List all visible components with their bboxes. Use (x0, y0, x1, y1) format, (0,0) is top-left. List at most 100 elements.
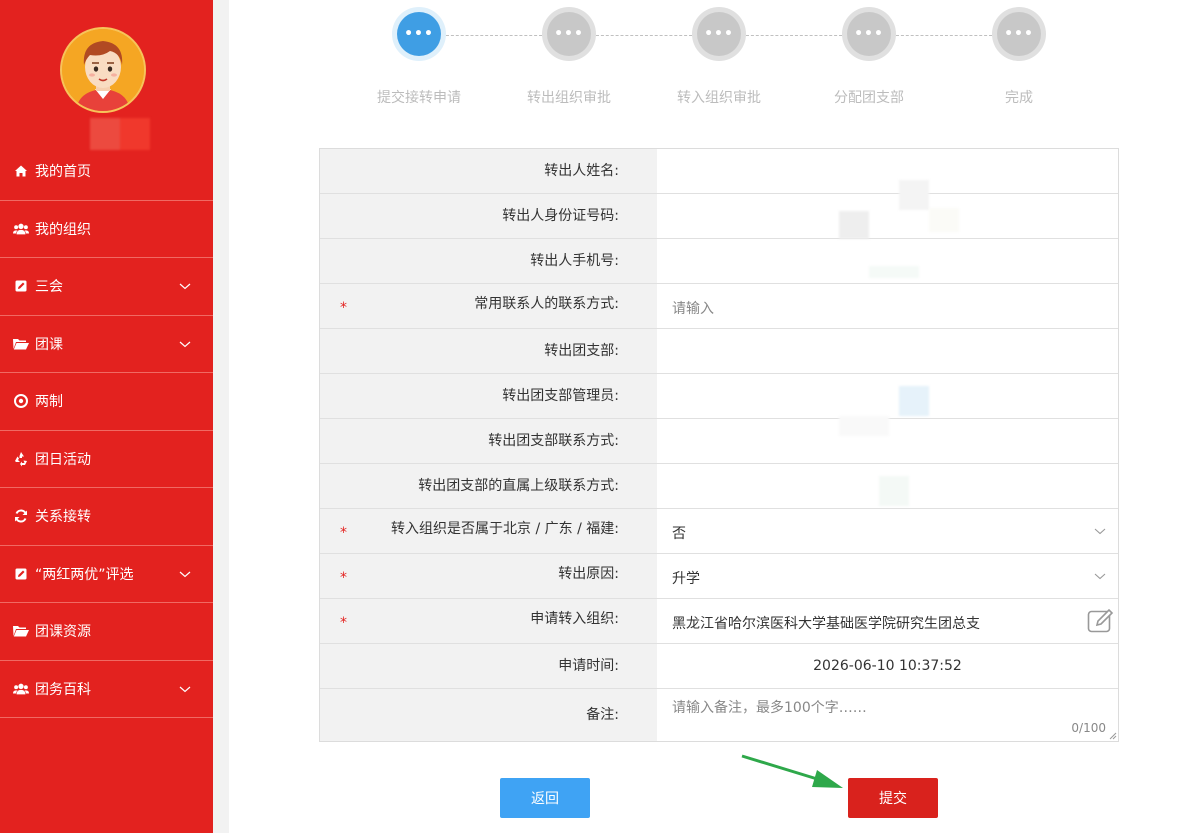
required-mark: * (340, 300, 347, 316)
step-2-indicator: ••• (542, 7, 596, 61)
main-content: ••• ••• ••• ••• ••• 提交接转申请 转出组织审批 转入组织审批… (229, 0, 1189, 833)
sidebar-item-two-systems[interactable]: 两制 (0, 373, 213, 431)
sidebar-item-league-class[interactable]: 团课 (0, 316, 213, 373)
field-label-wrap: * 转入组织是否属于北京 / 广东 / 福建: (320, 509, 657, 553)
sidebar-item-label: 关系接转 (35, 509, 91, 526)
region-selected-value: 否 (672, 526, 686, 542)
annotation-arrow-icon (741, 754, 843, 788)
branch-contact-value (657, 419, 1118, 463)
form-row-contact: * 常用联系人的联系方式: 请输入 (320, 284, 1118, 329)
back-button[interactable]: 返回 (500, 778, 590, 818)
sidebar-item-two-red-two-excellent[interactable]: “两红两优”评选 (0, 546, 213, 603)
progress-steps: ••• ••• ••• ••• ••• 提交接转申请 转出组织审批 转入组织审批… (229, 0, 1189, 120)
refresh-icon (13, 508, 29, 524)
field-label: 申请时间: (320, 644, 657, 688)
required-mark: * (340, 570, 347, 586)
field-label: 转出团支部联系方式: (320, 419, 657, 463)
contact-placeholder: 请输入 (672, 301, 714, 317)
sidebar-item-label: 三会 (35, 279, 63, 296)
users-icon (13, 221, 29, 237)
form-row-time: 申请时间: 2026-06-10 10:37:52 (320, 644, 1118, 689)
sidebar-item-home[interactable]: 我的首页 (0, 143, 213, 201)
step-connector (896, 35, 992, 36)
region-select[interactable]: 否 (657, 509, 1118, 553)
form-row-phone: 转出人手机号: (320, 239, 1118, 284)
step-connector (596, 35, 692, 36)
sidebar-item-three-meetings[interactable]: 三会 (0, 258, 213, 316)
sidebar-item-label: 团课资源 (35, 624, 91, 641)
remark-placeholder: 请输入备注，最多100个字…… (672, 700, 867, 716)
remark-textarea[interactable]: 请输入备注，最多100个字…… 0/100 (657, 689, 1118, 741)
sidebar-item-my-organization[interactable]: 我的组织 (0, 201, 213, 258)
form-row-remark: 备注: 请输入备注，最多100个字…… 0/100 (320, 689, 1118, 741)
users-icon (13, 681, 29, 697)
edit-icon[interactable] (1087, 608, 1115, 634)
sidebar-item-label: “两红两优”评选 (35, 566, 134, 583)
field-label: 常用联系人的联系方式: (474, 296, 619, 312)
chevron-down-icon (179, 341, 191, 347)
contact-input[interactable]: 请输入 (657, 284, 1118, 328)
sidebar-item-label: 两制 (35, 394, 63, 411)
step-1-label: 提交接转申请 (377, 90, 461, 106)
field-label: 转出人姓名: (320, 149, 657, 193)
sidebar-item-label: 团日活动 (35, 451, 91, 468)
sidebar-item-class-resources[interactable]: 团课资源 (0, 603, 213, 661)
required-mark: * (340, 525, 347, 541)
step-1-indicator: ••• (392, 7, 446, 61)
sidebar-nav: 我的首页 我的组织 三会 团课 两制 团日活动 关系接转 “两红两优”评选 团课… (0, 143, 213, 718)
resize-handle-icon[interactable] (1109, 732, 1117, 740)
step-5-label: 完成 (1005, 90, 1033, 106)
field-label: 转入组织是否属于北京 / 广东 / 福建: (391, 521, 619, 537)
field-label: 转出人身份证号码: (320, 194, 657, 238)
submit-button[interactable]: 提交 (848, 778, 938, 818)
reason-select[interactable]: 升学 (657, 554, 1118, 598)
form-row-admin: 转出团支部管理员: (320, 374, 1118, 419)
branch-value (657, 329, 1118, 373)
time-value: 2026-06-10 10:37:52 (813, 658, 962, 674)
avatar-illustration (62, 29, 144, 111)
target-org-field: 黑龙江省哈尔滨医科大学基础医学院研究生团总支 (657, 599, 1118, 643)
step-4-label: 分配团支部 (834, 90, 904, 106)
step-connector (746, 35, 842, 36)
layout-gap (213, 0, 229, 833)
form-row-superior-contact: 转出团支部的直属上级联系方式: (320, 464, 1118, 509)
form-row-name: 转出人姓名: (320, 149, 1118, 194)
recycle-icon (13, 451, 29, 467)
target-icon (13, 393, 29, 409)
sidebar: 我的首页 我的组织 三会 团课 两制 团日活动 关系接转 “两红两优”评选 团课… (0, 0, 213, 833)
field-label-wrap: * 申请转入组织: (320, 599, 657, 643)
folder-open-icon (13, 336, 29, 352)
step-2-label: 转出组织审批 (527, 90, 611, 106)
sidebar-item-label: 团务百科 (35, 681, 91, 698)
chevron-down-icon (1094, 528, 1106, 535)
sidebar-item-relation-transfer[interactable]: 关系接转 (0, 488, 213, 546)
chevron-down-icon (179, 686, 191, 692)
form-row-branch-contact: 转出团支部联系方式: (320, 419, 1118, 464)
remark-counter: 0/100 (1071, 721, 1106, 735)
form-row-id: 转出人身份证号码: (320, 194, 1118, 239)
field-label: 转出原因: (558, 566, 619, 582)
sidebar-item-encyclopedia[interactable]: 团务百科 (0, 661, 213, 718)
sidebar-item-league-day[interactable]: 团日活动 (0, 431, 213, 488)
form-row-branch: 转出团支部: (320, 329, 1118, 374)
field-label: 申请转入组织: (530, 611, 619, 627)
avatar[interactable] (60, 27, 146, 113)
edit-icon (13, 566, 29, 582)
name-value (657, 149, 1118, 193)
step-4-indicator: ••• (842, 7, 896, 61)
transfer-form: 转出人姓名: 转出人身份证号码: 转出人手机号: * 常用联系人的联系方式: 请输… (319, 148, 1119, 742)
reason-selected-value: 升学 (672, 571, 700, 587)
id-value (657, 194, 1118, 238)
step-3-indicator: ••• (692, 7, 746, 61)
edit-icon (13, 278, 29, 294)
required-mark: * (340, 615, 347, 631)
folder-open-icon (13, 623, 29, 639)
step-5-indicator: ••• (992, 7, 1046, 61)
field-label: 转出人手机号: (320, 239, 657, 283)
form-row-target-org: * 申请转入组织: 黑龙江省哈尔滨医科大学基础医学院研究生团总支 (320, 599, 1118, 644)
field-label: 备注: (320, 689, 657, 741)
form-row-region: * 转入组织是否属于北京 / 广东 / 福建: 否 (320, 509, 1118, 554)
phone-value (657, 239, 1118, 283)
field-label: 转出团支部管理员: (320, 374, 657, 418)
chevron-down-icon (179, 283, 191, 290)
